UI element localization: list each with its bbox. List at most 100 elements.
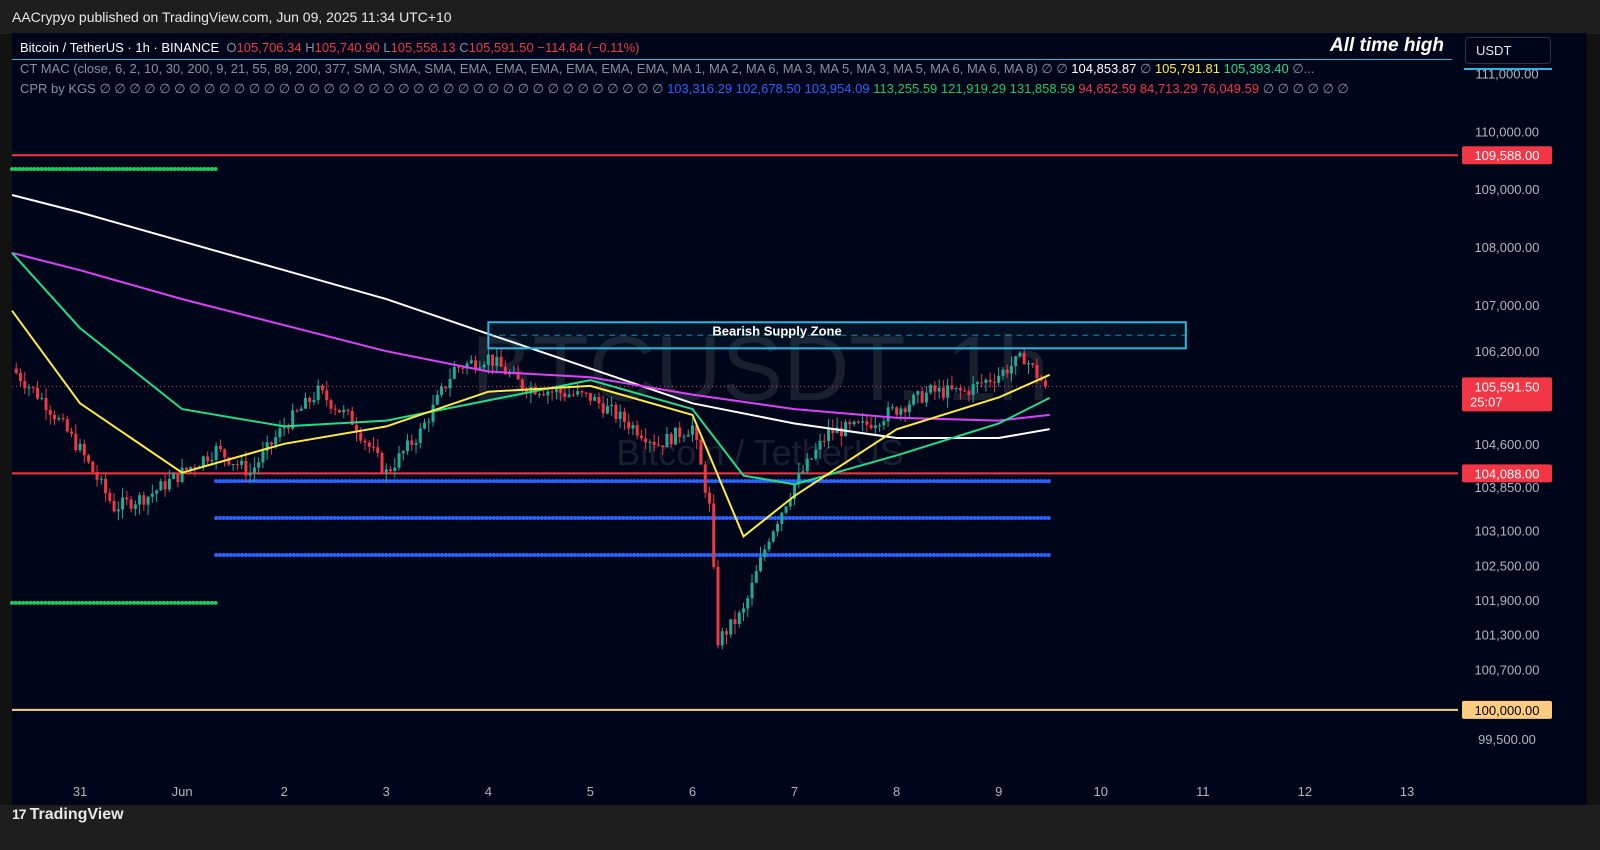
candle-body [299, 408, 303, 411]
candle-body [873, 425, 877, 429]
currency-select[interactable]: USDT [1465, 37, 1551, 64]
candle-body [431, 404, 435, 422]
candle-body [320, 385, 324, 391]
price-chart[interactable]: BTCUSDT, 1h Bitcoin / TetherUS Bearish S… [0, 0, 1600, 850]
candle-body [384, 469, 388, 473]
candle-body [754, 571, 758, 583]
candle-body [975, 382, 979, 385]
indicator-value: 103,954.09 [804, 81, 870, 96]
x-axis-tick-label: 8 [893, 784, 900, 799]
candle-body [963, 390, 967, 392]
candle-body [333, 408, 337, 410]
candle-body [801, 471, 805, 473]
candle-body [597, 397, 601, 404]
candle-body [180, 467, 184, 482]
candle-body [980, 382, 984, 384]
open-label: O [226, 40, 237, 55]
indicator-markers: ∅ ∅ ∅ ∅ ∅ ∅ ∅ ∅ ∅ ∅ ∅ ∅ ∅ ∅ ∅ ∅ ∅ ∅ ∅ ∅ … [99, 81, 664, 96]
candle-body [329, 400, 333, 409]
tradingview-logo[interactable]: 17 TradingView [12, 806, 124, 824]
candle-body [1005, 369, 1009, 374]
candle-body [601, 403, 605, 414]
candle-body [295, 410, 299, 412]
symbol-legend[interactable]: Bitcoin / TetherUS · 1h · BINANCE O105,7… [20, 40, 640, 55]
candle-body [656, 444, 660, 446]
candle-body [946, 385, 950, 398]
candle-body [639, 435, 643, 439]
candle-body [618, 411, 622, 419]
y-axis-tick-label: 103,850.00 [1474, 480, 1539, 495]
candle-body [805, 458, 809, 472]
candle-body [48, 410, 52, 415]
candle-body [65, 419, 69, 432]
candle-body [903, 408, 907, 413]
candle-body [36, 387, 40, 399]
candle-body [235, 464, 239, 466]
candle-body [818, 440, 822, 450]
candle-body [486, 354, 490, 365]
candle-body [257, 462, 261, 468]
candle-body [661, 445, 665, 448]
x-axis-tick-label: Jun [172, 784, 193, 799]
indicator-value: 105,791.81 [1154, 61, 1221, 76]
candle-body [325, 390, 329, 401]
candle-body [542, 394, 546, 396]
candle-body [210, 459, 214, 462]
candle-body [767, 541, 771, 550]
level-price-tag: 109,588.00 [1474, 148, 1539, 163]
candle-body [163, 481, 167, 490]
candle-body [125, 497, 129, 500]
candle-body [1026, 363, 1030, 365]
footer-bar [0, 805, 1600, 850]
candle-body [750, 582, 754, 599]
candle-body [678, 427, 682, 438]
candle-body [389, 469, 393, 472]
indicator-value: 103,316.29 [667, 81, 733, 96]
candle-body [82, 443, 86, 456]
candle-body [763, 549, 767, 558]
candle-body [839, 427, 843, 437]
x-axis-tick-label: 11 [1196, 784, 1210, 799]
candle-body [861, 421, 865, 423]
candle-body [1031, 363, 1035, 365]
candle-body [580, 391, 584, 393]
candle-body [771, 531, 775, 542]
candle-body [648, 441, 652, 443]
candle-body [941, 387, 945, 398]
x-axis-tick-label: 10 [1094, 784, 1108, 799]
level-price-tag: 100,000.00 [1474, 703, 1539, 718]
candle-body [997, 375, 1001, 383]
candle-body [869, 424, 873, 429]
candle-body [886, 407, 890, 422]
x-axis-tick-label: 3 [383, 784, 390, 799]
candle-body [444, 386, 448, 389]
ct-mac-legend[interactable]: CT MAC (close, 6, 2, 10, 30, 200, 9, 21,… [20, 61, 1315, 77]
candle-body [890, 407, 894, 409]
candle-body [937, 387, 941, 392]
cpr-legend[interactable]: CPR by KGS ∅ ∅ ∅ ∅ ∅ ∅ ∅ ∅ ∅ ∅ ∅ ∅ ∅ ∅ ∅… [20, 81, 1349, 97]
candle-body [546, 391, 550, 396]
candle-body [1035, 364, 1039, 378]
candle-body [155, 490, 159, 494]
x-axis-tick-label: 6 [689, 784, 696, 799]
candle-body [87, 455, 91, 462]
candle-body [784, 506, 788, 513]
level-price-tag: 104,088.00 [1474, 466, 1539, 481]
close-value: 105,591.50 [468, 40, 534, 55]
candle-body [567, 394, 571, 397]
candle-body [622, 411, 626, 422]
candle-body [1009, 366, 1013, 374]
candle-body [776, 524, 780, 532]
candle-body [895, 407, 899, 415]
y-axis-tick-label: 110,000.00 [1475, 124, 1539, 139]
candle-body [457, 366, 461, 368]
candle-body [150, 493, 154, 497]
candle-body [814, 449, 818, 459]
candle-body [746, 598, 750, 609]
candle-body [427, 421, 431, 423]
candle-body [988, 379, 992, 382]
candle-body [933, 385, 937, 392]
indicator-value: 104,853.87 [1071, 61, 1137, 76]
y-axis-tick-label: 102,500.00 [1474, 558, 1539, 573]
candle-body [176, 473, 180, 482]
